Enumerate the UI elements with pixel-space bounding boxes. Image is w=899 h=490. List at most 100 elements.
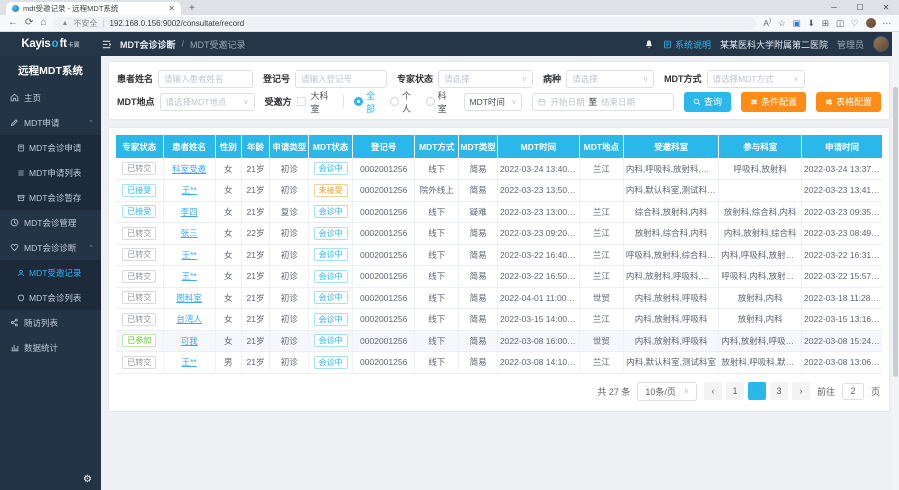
sidebar-group-mdt-apply[interactable]: MDT申请 ⌃ [0,110,101,135]
scrollbar-thumb[interactable] [893,87,898,377]
user-avatar[interactable] [873,36,889,52]
gender-cell: 女 [215,244,241,266]
sidebar-item-label: MDT会诊申请 [29,142,81,154]
breadcrumb: MDT会诊诊断 / MDT受邀记录 [120,38,246,51]
radio-icon [354,97,363,106]
collapse-sidebar-icon[interactable] [101,38,112,49]
age-cell: 21岁 [241,201,270,223]
dept-group-checkbox[interactable] [297,97,306,106]
chevron-down-icon: ∨ [788,75,798,83]
refresh-icon[interactable]: ⟳ [25,18,33,28]
window-minimize-button[interactable]: ─ [821,0,847,15]
age-cell: 22岁 [241,223,270,245]
patient-name-link[interactable]: 张三 [181,228,198,238]
sidebar-item-mdt-invite-record[interactable]: MDT受邀记录 [0,260,101,285]
sidebar-item-label: MDT会诊管理 [24,217,76,229]
table-row: 已接受李四女21岁复诊会诊中0002001256线下疑难2022-03-23 1… [116,201,882,223]
page-button-1[interactable]: 1 [726,382,744,400]
mdt-mode-select[interactable]: 请选择MDT方式∨ [707,70,805,88]
table-config-button[interactable]: 表格配置 [816,92,881,112]
column-header: 登记号 [353,135,415,158]
breadcrumb-parent[interactable]: MDT会诊诊断 [120,38,176,51]
downloads-icon[interactable]: ⬇ [808,18,815,29]
mdt-place-select[interactable]: 请选择MDT地点∨ [160,93,255,111]
invitee-radio-all[interactable]: 全部 [354,89,382,115]
mdt-status-badge: 会诊中 [314,248,348,261]
mdt-type-cell: 简易 [459,266,498,288]
sidebar-item-mdt-manage[interactable]: MDT会诊管理 [0,210,101,235]
page-size-select[interactable]: 10条/页 ∨ [637,382,697,401]
expert-status-badge-cell: 已转交 [116,223,163,245]
placeholder-text: 请选择 [572,73,598,85]
new-tab-button[interactable]: + [189,2,195,15]
tab-close-icon[interactable]: ✕ [168,4,175,13]
patient-name-link[interactable]: 李四 [181,207,198,217]
sidebar-item-mdt-consult-list[interactable]: MDT会诊列表 [0,285,101,310]
patient-name-input[interactable]: 请输入患者姓名 [158,70,253,88]
sidebar-item-home[interactable]: 主页 [0,85,101,110]
page-button-2[interactable]: 2 [748,382,766,400]
user-role: 管理员 [837,38,864,51]
browser-essentials-icon[interactable]: ♡ [851,18,859,29]
invitee-radio-dept[interactable]: 科室 [426,89,454,115]
condition-config-button[interactable]: 条件配置 [741,92,806,112]
home-icon[interactable]: ⌂ [40,18,46,28]
pagination: 共 27 条 10条/页 ∨ ‹123› 前往 2 页 [116,374,882,407]
patient-name-link-cell: 可我 [163,330,215,352]
split-screen-icon[interactable]: ◫ [836,18,844,29]
system-help-link[interactable]: 系统说明 [663,38,711,51]
browser-profile-avatar[interactable] [866,18,876,28]
patient-name-link[interactable]: 王** [182,271,197,281]
patient-name-link[interactable]: 台湾人 [176,314,202,324]
time-type-select[interactable]: MDT时间∨ [464,93,523,111]
sidebar-item-followup-list[interactable]: 随访列表 [0,310,101,335]
sidebar-item-mdt-apply-list[interactable]: MDT申请列表 [0,160,101,185]
joined-depts-cell: 放射科,呼吸科,默认科室,测... [719,352,802,374]
patient-name-link[interactable]: 可我 [181,336,198,346]
sidebar-group-mdt-diagnose[interactable]: MDT会诊诊断 ⌃ [0,235,101,260]
patient-name-link[interactable]: 科室受邀 [172,164,206,174]
mdt-status-badge: 会诊中 [314,205,348,218]
patient-name-link[interactable]: 王** [182,250,197,260]
page-scrollbar[interactable] [892,32,899,490]
collections-icon[interactable]: ▣ [793,18,801,29]
page-button-3[interactable]: 3 [770,382,788,400]
reg-no-input[interactable]: 请输入登记号 [295,70,387,88]
window-maximize-button[interactable]: ☐ [847,0,873,15]
gender-cell: 男 [215,352,241,374]
expert-status-badge-cell: 已接受 [116,180,163,202]
notification-bell-icon[interactable] [644,38,654,49]
sidebar-item-mdt-consult-apply[interactable]: MDT会诊申请 [0,135,101,160]
date-range-picker[interactable]: 开始日期 至 结束日期 [532,93,674,111]
patient-name-link-cell: 台湾人 [163,309,215,331]
patient-name-link[interactable]: 王** [182,185,197,195]
security-label: 不安全 [73,18,97,29]
security-warning-icon[interactable]: ▲ [61,20,68,27]
search-button[interactable]: 查询 [684,92,731,112]
sidebar-group-label: MDT会诊诊断 [24,242,76,254]
page-size-value: 10条/页 [645,385,676,398]
logo-accent: o [52,38,59,50]
prev-page-button[interactable]: ‹ [704,382,722,400]
disease-select[interactable]: 请选择∨ [566,70,654,88]
address-bar[interactable]: ▲ 不安全 | 192.168.0.156:9002/consultate/re… [53,17,756,30]
invitee-radio-personal[interactable]: 个人 [390,89,418,115]
goto-page-input[interactable]: 2 [842,383,864,400]
column-header: 患者姓名 [163,135,215,158]
back-icon[interactable]: ← [8,18,18,28]
patient-name-link[interactable]: 王** [182,357,197,367]
expert-status-select[interactable]: 请选择∨ [438,70,533,88]
settings-gear-icon[interactable]: ⚙ [83,474,92,485]
patient-name-link[interactable]: 图科室 [176,293,202,303]
browser-tab[interactable]: mdt受邀记录 - 远程MDT系统 ✕ [6,2,181,15]
favorites-icon[interactable]: ☆ [778,18,786,29]
browser-menu-icon[interactable]: ⋯ [883,18,892,29]
sidebar-item-statistics[interactable]: 数据统计 [0,335,101,360]
table-header-row: 专家状态患者姓名性别年龄申请类型MDT状态登记号MDT方式MDT类型MDT时间M… [116,135,882,158]
extensions-icon[interactable]: ⊞ [822,18,829,29]
sidebar-item-mdt-consult-draft[interactable]: MDT会诊暂存 [0,185,101,210]
next-page-button[interactable]: › [792,382,810,400]
mdt-type-cell: 简易 [459,309,498,331]
window-close-button[interactable]: ✕ [873,0,899,15]
read-aloud-icon[interactable]: A) [763,18,771,28]
